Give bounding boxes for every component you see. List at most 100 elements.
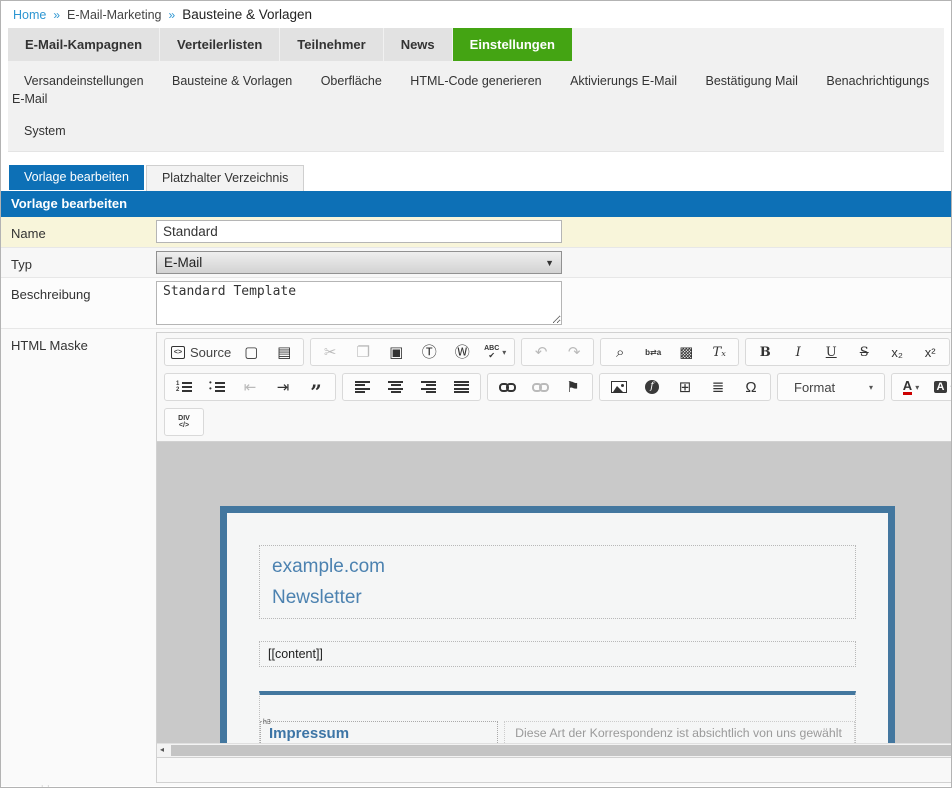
newsletter-page: example.com Newsletter [[content]] h3 Im… <box>220 506 895 743</box>
underline-icon[interactable]: U <box>815 341 847 363</box>
align-right-icon[interactable] <box>412 376 444 398</box>
editor-horizontal-scrollbar[interactable]: ◂ ▸ <box>157 743 951 757</box>
submenu-item-system[interactable]: System <box>24 124 66 138</box>
beschreibung-textarea[interactable]: Standard Template <box>156 281 562 325</box>
image-icon <box>611 381 627 393</box>
align-left-icon[interactable] <box>346 376 378 398</box>
flash-icon[interactable]: f <box>636 376 668 398</box>
tab-teilnehmer[interactable]: Teilnehmer <box>280 28 383 61</box>
breadcrumb: Home » E-Mail-Marketing » Bausteine & Vo… <box>1 1 951 28</box>
settings-submenu: Versandeinstellungen Bausteine & Vorlage… <box>8 61 944 151</box>
div-container-icon[interactable]: DIV </> <box>168 411 200 433</box>
outdent-icon[interactable]: ⇤ <box>234 376 266 398</box>
format-combo[interactable]: Format ▾ <box>781 376 881 398</box>
chevron-down-icon: ▾ <box>915 382 920 392</box>
submenu-item-versandeinstellungen[interactable]: Versandeinstellungen <box>24 74 144 88</box>
redo-icon[interactable]: ↷ <box>558 341 590 363</box>
paste-icon[interactable]: ▣ <box>380 341 412 363</box>
tab-news[interactable]: News <box>383 28 452 61</box>
beschreibung-label: Beschreibung <box>11 287 91 302</box>
bulleted-list-icon[interactable] <box>201 376 233 398</box>
text-color-icon[interactable]: A ▾ <box>895 376 927 398</box>
html-maske-label: HTML Maske <box>11 338 88 353</box>
select-all-icon[interactable]: ▩ <box>670 341 702 363</box>
anchor-icon[interactable]: ⚑ <box>557 376 589 398</box>
chevron-down-icon: ▼ <box>545 257 554 268</box>
typ-label: Typ <box>11 257 32 272</box>
numbered-list-icon[interactable] <box>168 376 200 398</box>
brand-line2: Newsletter <box>272 587 362 608</box>
align-center-icon <box>387 381 403 393</box>
bg-color-icon[interactable]: A▾ <box>928 376 951 398</box>
link-icon <box>498 382 516 392</box>
align-justify-icon[interactable] <box>445 376 477 398</box>
numbered-list-icon <box>176 381 192 393</box>
superscript-icon[interactable]: x² <box>914 341 946 363</box>
bold-icon[interactable]: B <box>749 341 781 363</box>
tab-vorlage-bearbeiten[interactable]: Vorlage bearbeiten <box>9 165 144 190</box>
tab-einstellungen[interactable]: Einstellungen <box>452 28 572 61</box>
replace-icon[interactable]: b⇄a <box>637 341 669 363</box>
blockquote-icon[interactable]: ” <box>300 376 332 402</box>
bulleted-list-icon <box>209 380 225 393</box>
align-center-icon[interactable] <box>379 376 411 398</box>
source-button[interactable]: <> Source <box>168 341 234 363</box>
unlink-icon <box>531 382 549 392</box>
align-left-icon <box>354 381 370 393</box>
name-input[interactable] <box>156 220 562 243</box>
impressum-block[interactable]: h3 Impressum <box>260 719 499 743</box>
find-icon[interactable]: ⌕ <box>604 341 636 363</box>
unlink-icon[interactable] <box>524 376 556 398</box>
subscript-icon[interactable]: x₂ <box>881 341 913 363</box>
section-title: Vorlage bearbeiten <box>1 191 951 217</box>
chevron-down-icon: ▾ <box>868 382 873 392</box>
italic-icon[interactable]: I <box>782 341 814 363</box>
image-icon[interactable] <box>603 376 635 398</box>
submenu-item-html-code-generieren[interactable]: HTML-Code generieren <box>410 74 541 88</box>
tab-platzhalter-verzeichnis[interactable]: Platzhalter Verzeichnis <box>145 165 305 191</box>
link-icon[interactable] <box>491 376 523 398</box>
brand-line1: example.com <box>272 556 385 577</box>
scroll-left-icon[interactable]: ◂ <box>160 745 164 754</box>
impressum-link[interactable]: Impressum <box>269 725 349 742</box>
table-icon[interactable]: ⊞ <box>669 376 701 398</box>
submenu-item-aktivierungs-email[interactable]: Aktivierungs E-Mail <box>570 74 677 88</box>
stray-label: blog <box>37 784 66 787</box>
strike-icon[interactable]: S <box>848 341 880 363</box>
horizontal-scroll-thumb[interactable] <box>171 745 951 756</box>
block-tag-label: h3 <box>263 719 271 726</box>
source-button: <> <box>171 345 185 359</box>
content-tabs: Vorlage bearbeiten Platzhalter Verzeichn… <box>9 165 951 191</box>
tab-verteilerlisten[interactable]: Verteilerlisten <box>160 28 280 61</box>
templates-icon[interactable]: ▤ <box>268 341 300 363</box>
editor-content-area[interactable]: example.com Newsletter [[content]] h3 Im… <box>157 442 951 743</box>
main-navigation: E-Mail-Kampagnen Verteilerlisten Teilnehme… <box>8 28 944 152</box>
template-footer-block: h3 Impressum Diese Art der Korrespondenz… <box>259 691 856 743</box>
hr-icon[interactable]: ≣ <box>702 376 734 398</box>
typ-select[interactable]: E-Mail ▼ <box>156 251 562 274</box>
tab-email-kampagnen[interactable]: E-Mail-Kampagnen <box>8 28 160 61</box>
paste-word-icon[interactable]: Ⓦ <box>446 341 478 363</box>
form-row-beschreibung: Beschreibung Standard Template <box>1 278 951 329</box>
copy-icon[interactable]: ❐ <box>347 341 379 363</box>
content-placeholder-block[interactable]: [[content]] <box>259 641 856 667</box>
indent-icon[interactable]: ⇥ <box>267 376 299 398</box>
paste-text-icon[interactable]: Ⓣ <box>413 341 445 363</box>
submenu-item-bestaetigung-mail[interactable]: Bestätigung Mail <box>706 74 798 88</box>
breadcrumb-home-link[interactable]: Home <box>13 8 46 22</box>
new-page-icon[interactable]: ▢ <box>235 341 267 363</box>
remove-format-icon[interactable]: Tₓ <box>703 341 735 363</box>
submenu-item-bausteine-vorlagen[interactable]: Bausteine & Vorlagen <box>172 74 292 88</box>
breadcrumb-item-email-marketing[interactable]: E-Mail-Marketing <box>67 8 161 22</box>
align-right-icon <box>420 381 436 393</box>
flash-icon: f <box>645 380 659 394</box>
submenu-item-oberflaeche[interactable]: Oberfläche <box>321 74 382 88</box>
app-window: Home » E-Mail-Marketing » Bausteine & Vo… <box>0 0 952 788</box>
spellcheck-icon[interactable]: ABC▾ <box>479 341 511 363</box>
template-header-block[interactable]: example.com Newsletter <box>259 545 856 619</box>
special-char-icon[interactable]: Ω <box>735 376 767 398</box>
undo-icon[interactable]: ↶ <box>525 341 557 363</box>
cut-icon[interactable]: ✂ <box>314 341 346 363</box>
submenu-row-2: System <box>12 117 940 149</box>
breadcrumb-separator: » <box>168 7 176 22</box>
